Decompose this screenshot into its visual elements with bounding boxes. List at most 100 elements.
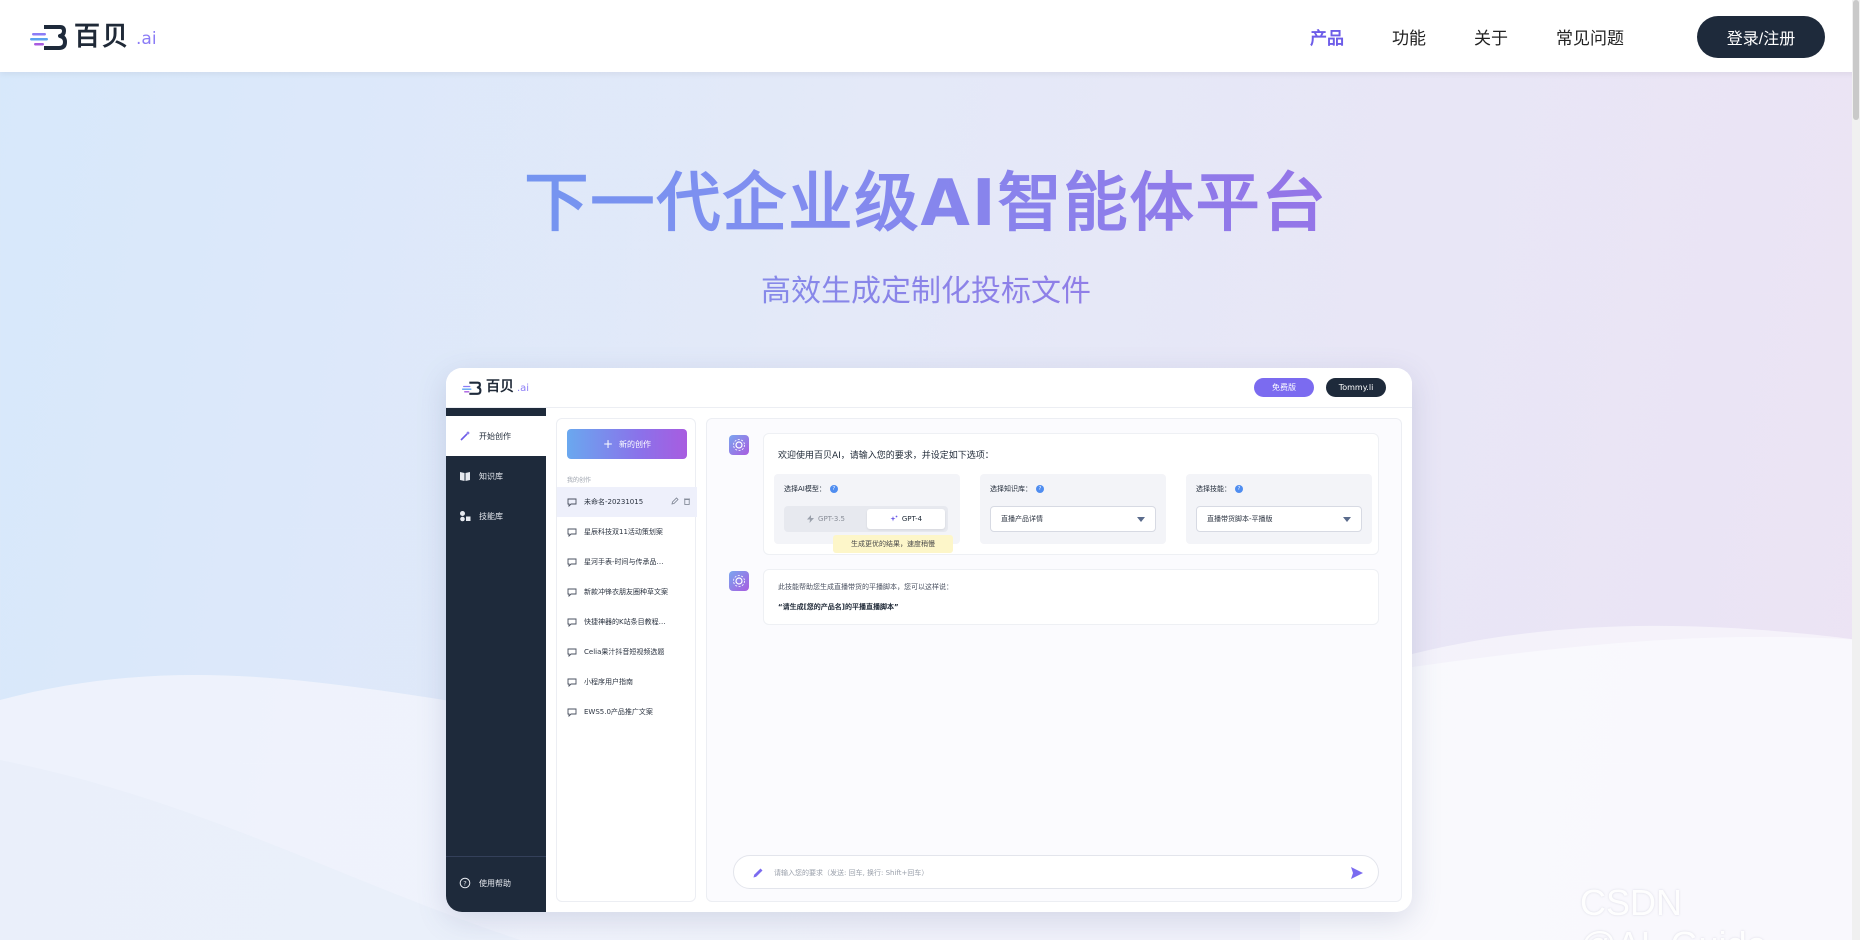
model-tooltip: 生成更优的结果，速度稍慢 <box>833 535 953 553</box>
edit-icon[interactable] <box>671 497 679 505</box>
trash-icon[interactable] <box>683 497 691 505</box>
brand-logo[interactable]: 百贝 .ai <box>30 22 157 52</box>
help-circle-icon: ? <box>459 877 471 889</box>
preview-logo-icon <box>462 381 482 395</box>
model-segmented-control: GPT-3.5 GPT-4 <box>784 506 948 532</box>
creation-list: 未命名-20231015 星辰科技双11活动策划案 星河手表-时间与传承品… 新… <box>557 487 697 727</box>
skill-option: 选择技能： ? 直播带货脚本-平播版 <box>1186 474 1372 544</box>
skill-select[interactable]: 直播带货脚本-平播版 <box>1196 506 1362 532</box>
list-item[interactable]: EWS5.0产品推广文案 <box>557 697 697 727</box>
sidebar-help-label: 使用帮助 <box>479 878 511 888</box>
new-creation-button[interactable]: + 新的创作 <box>567 429 687 459</box>
brand-logo-icon <box>30 25 67 50</box>
knowledge-label: 选择知识库： ? <box>990 484 1044 494</box>
skill-hint-card: 此技能帮助您生成直播带货的平播脚本，您可以这样说： “请生成[您的产品名]的平播… <box>763 569 1379 625</box>
list-item[interactable]: 新款冲锋衣朋友圈种草文案 <box>557 577 697 607</box>
model-option-label: GPT-4 <box>901 515 923 523</box>
knowledge-select-value: 直播产品详情 <box>1001 515 1043 523</box>
list-item[interactable]: 星辰科技双11活动策划案 <box>557 517 697 547</box>
app-preview: 百贝 .ai 免费版 Tommy.li 开始创作 知识库 技能库 ? 使用帮助 … <box>446 368 1412 912</box>
plus-icon: + <box>602 437 614 451</box>
bot-avatar-icon <box>729 571 749 591</box>
brand-name: 百贝 <box>74 22 131 52</box>
list-item-label: 新款冲锋衣朋友圈种草文案 <box>584 588 668 596</box>
preview-sidebar: 开始创作 知识库 技能库 ? 使用帮助 <box>446 408 546 912</box>
hero-subtitle: 高效生成定制化投标文件 <box>0 266 1852 310</box>
skill-select-value: 直播带货脚本-平播版 <box>1207 515 1273 523</box>
list-item[interactable]: 快捷神器的K站条目教程… <box>557 607 697 637</box>
nav-item-features[interactable]: 功能 <box>1392 24 1426 49</box>
info-icon[interactable]: ? <box>1036 485 1044 493</box>
knowledge-label-text: 选择知识库： <box>990 485 1032 493</box>
lightning-icon <box>807 515 815 523</box>
chat-main-panel: 欢迎使用百贝AI，请输入您的要求，并设定如下选项： 选择AI模型： ? GPT-… <box>706 418 1402 902</box>
sidebar-help[interactable]: ? 使用帮助 <box>446 868 546 898</box>
sidebar-item-create[interactable]: 开始创作 <box>446 416 546 456</box>
watermark-text: CSDN @AI_Guide <box>1580 882 1767 940</box>
shapes-icon <box>459 510 471 522</box>
new-creation-label: 新的创作 <box>619 439 652 449</box>
skill-hint-example[interactable]: “请生成[您的产品名]的平播直播脚本” <box>778 602 899 612</box>
list-item[interactable]: 星河手表-时间与传承品… <box>557 547 697 577</box>
chat-bubble-icon <box>567 498 577 507</box>
brand-suffix: .ai <box>136 29 157 49</box>
list-section-label: 我的创作 <box>567 477 592 484</box>
list-item-actions <box>667 497 691 505</box>
knowledge-select[interactable]: 直播产品详情 <box>990 506 1156 532</box>
sidebar-divider <box>446 856 546 857</box>
nav-item-about[interactable]: 关于 <box>1474 24 1508 49</box>
list-item-label: EWS5.0产品推广文案 <box>584 708 653 716</box>
chat-bubble-icon <box>567 528 577 537</box>
model-option-gpt4[interactable]: GPT-4 <box>867 509 945 529</box>
top-nav: 百贝 .ai 产品 功能 关于 常见问题 登录/注册 <box>0 0 1860 72</box>
bot-avatar-icon <box>729 435 749 455</box>
info-icon[interactable]: ? <box>829 485 838 493</box>
user-badge[interactable]: Tommy.li <box>1326 378 1386 397</box>
list-item-label: 小程序用户指南 <box>584 678 633 686</box>
chat-bubble-icon <box>567 708 577 717</box>
chat-bubble-icon <box>567 678 577 687</box>
list-item-label: 星河手表-时间与传承品… <box>584 558 664 566</box>
send-icon[interactable] <box>1350 866 1364 880</box>
nav-item-faq[interactable]: 常见问题 <box>1556 24 1624 49</box>
nav-menu: 产品 功能 关于 常见问题 <box>1310 0 1672 72</box>
preview-brand-name: 百贝 <box>486 379 514 395</box>
page-scrollbar[interactable] <box>1852 0 1860 940</box>
model-label-text: 选择AI模型： <box>784 485 826 493</box>
chevron-down-icon <box>1343 517 1351 522</box>
chat-bubble-icon <box>567 588 577 597</box>
list-item[interactable]: 未命名-20231015 <box>557 487 697 517</box>
nav-item-products[interactable]: 产品 <box>1310 24 1344 49</box>
magic-wand-icon <box>459 430 471 442</box>
model-option-label: GPT-3.5 <box>818 515 845 523</box>
list-item[interactable]: Celia果汁抖音短视频选题 <box>557 637 697 667</box>
free-plan-badge[interactable]: 免费版 <box>1254 378 1314 397</box>
pen-icon <box>753 868 763 878</box>
preview-brand-suffix: .ai <box>517 383 530 394</box>
sidebar-item-label: 技能库 <box>479 511 503 521</box>
sidebar-item-knowledge[interactable]: 知识库 <box>446 456 546 496</box>
chat-input[interactable]: 请输入您的要求（发送: 回车, 换行: Shift+回车） <box>733 855 1379 889</box>
sidebar-item-label: 开始创作 <box>479 431 511 441</box>
creation-list-panel: + 新的创作 我的创作 未命名-20231015 星辰科技双11活动策划案 星河… <box>556 418 697 902</box>
model-option: 选择AI模型： ? GPT-3.5 GPT-4 <box>774 474 960 544</box>
hero-title: 下一代企业级AI智能体平台 <box>0 152 1852 244</box>
preview-header: 百贝 .ai 免费版 Tommy.li <box>446 368 1412 408</box>
preview-brand-logo: 百贝 .ai <box>462 378 529 396</box>
chat-bubble-icon <box>567 618 577 627</box>
knowledge-option: 选择知识库： ? 直播产品详情 <box>980 474 1166 544</box>
svg-text:?: ? <box>463 879 466 887</box>
scrollbar-thumb[interactable] <box>1853 0 1859 120</box>
sidebar-item-skills[interactable]: 技能库 <box>446 496 546 536</box>
chat-bubble-icon <box>567 648 577 657</box>
model-label: 选择AI模型： ? <box>784 484 838 494</box>
list-item[interactable]: 小程序用户指南 <box>557 667 697 697</box>
skill-label-text: 选择技能： <box>1196 485 1231 493</box>
list-item-label: 未命名-20231015 <box>584 498 644 506</box>
model-option-gpt35[interactable]: GPT-3.5 <box>787 509 865 529</box>
login-register-button[interactable]: 登录/注册 <box>1697 16 1825 58</box>
chat-bubble-icon <box>567 558 577 567</box>
list-item-label: 星辰科技双11活动策划案 <box>584 528 663 536</box>
chevron-down-icon <box>1137 517 1145 522</box>
info-icon[interactable]: ? <box>1235 485 1243 493</box>
